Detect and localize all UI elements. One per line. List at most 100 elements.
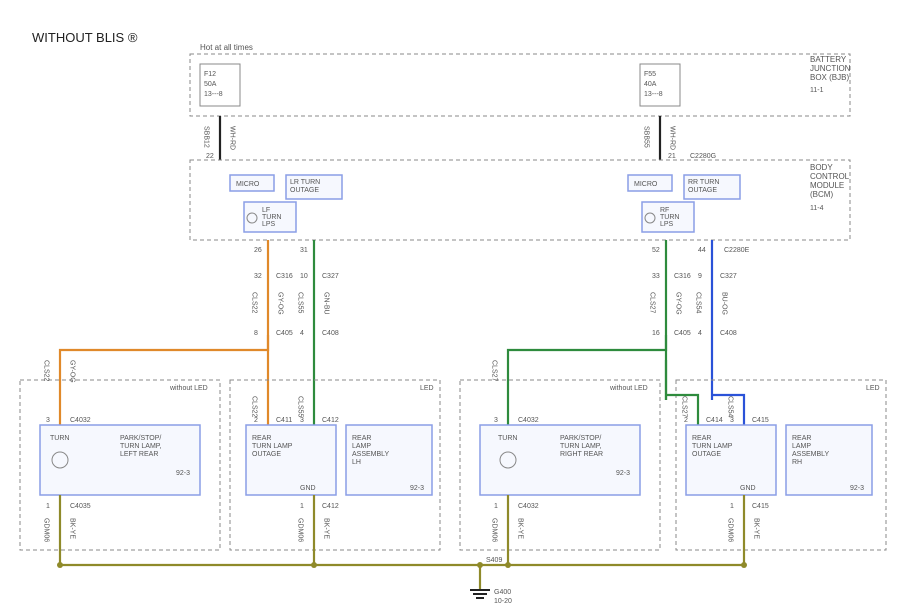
bkye-2: BK-YE [323,518,330,539]
gdm06-2: GDM06 [297,518,304,542]
ref92: 92-3 [176,470,190,477]
c4032-g3: C4032 [518,417,539,424]
gdm06-1: GDM06 [43,518,50,542]
pin3-g1: 3 [46,417,50,424]
gyog-2: GY-OG [675,292,682,315]
gdm06-3: GDM06 [491,518,498,542]
rr-outage-lbl: RR TURNOUTAGE [688,179,719,194]
buog: BU-OG [721,292,728,315]
pin-16: 16 [652,330,660,337]
cls22b: CLS22 [43,360,50,382]
pin-4r: 4 [698,330,702,337]
fuse-f12-code: 13---8 [204,91,223,98]
g400: G400 [494,589,511,596]
cls27b: CLS27 [491,360,498,382]
c415: C415 [752,503,769,510]
lbl-whrd-r: WH-RD [669,126,676,150]
micro-l-lbl: MICRO [236,181,260,188]
pin2-g4: 2 [684,417,688,424]
gyog-1: GY-OG [277,292,284,315]
bcm-name: BODYCONTROLMODULE(BCM) [810,163,850,199]
pin-44: 44 [698,247,706,254]
c327l: C327 [322,273,339,280]
branch-og-left [60,335,268,400]
pin-26: 26 [254,247,262,254]
led-1: LED [420,385,434,392]
bjb-name: BATTERYJUNCTIONBOX (BJB) [810,55,851,82]
lbl-sbb55: SBB55 [643,126,650,148]
pin-9: 9 [698,273,702,280]
pin-21: 21 [668,153,676,160]
gyog-b: GY-OG [69,360,76,383]
ref92d: 92-3 [850,485,864,492]
bjb-box [190,54,850,116]
c411: C411 [276,417,292,424]
wo-led-2: without LED [609,385,648,392]
fuse-f12-amp: 50A [204,81,217,88]
pin2-g2: 2 [254,417,258,424]
c4032-g1: C4032 [70,417,91,424]
gnd-l: GND [300,485,316,492]
diagram-title: WITHOUT BLIS ® [32,30,138,45]
c4032b: C4032 [518,503,539,510]
bkye-3: BK-YE [517,518,524,539]
cls54: CLS54 [695,292,702,314]
c412l: C412 [322,417,339,424]
cls22c: CLS22 [251,396,258,418]
bjb-ref: 11-1 [810,87,824,94]
cls22: CLS22 [251,292,258,314]
gnbu-1: GN-BU [323,292,330,315]
c316r: C316 [674,273,691,280]
pin1a: 1 [46,503,50,510]
c408r: C408 [720,330,737,337]
lr-outage-lbl: LR TURNOUTAGE [290,179,320,194]
ref92b: 92-3 [410,485,424,492]
c2280e: C2280E [724,247,750,254]
c327r: C327 [720,273,737,280]
cls27c: CLS27 [681,396,688,418]
pin-33: 33 [652,273,660,280]
wiring-diagram: WITHOUT BLIS ® Hot at all times BATTERYJ… [0,0,908,610]
c2280g-top: C2280G [690,153,716,160]
hot-label: Hot at all times [200,43,253,52]
pin-31: 31 [300,247,308,254]
fuse-f55-code: 13---8 [644,91,663,98]
gnd-r: GND [740,485,756,492]
c405r: C405 [674,330,691,337]
pin-4l: 4 [300,330,304,337]
s409: S409 [486,557,502,564]
c412: C412 [322,503,339,510]
turn-r: TURN [498,435,517,442]
node-2 [311,562,317,568]
pin-52: 52 [652,247,660,254]
ps-left: PARK/STOP/TURN LAMP,LEFT REAR [120,435,162,458]
pin3-g3: 3 [494,417,498,424]
pin1b: 1 [300,503,304,510]
c405l: C405 [276,330,293,337]
pin-10: 10 [300,273,308,280]
micro-r-lbl: MICRO [634,181,658,188]
gdm06-4: GDM06 [727,518,734,542]
cls27: CLS27 [649,292,656,314]
pin1c: 1 [494,503,498,510]
pin3-g4: 3 [730,417,734,424]
bkye-1: BK-YE [69,518,76,539]
lbl-whrd-l: WH-RD [229,126,236,150]
ps-right: PARK/STOP/TURN LAMP,RIGHT REAR [560,435,603,458]
ref92c: 92-3 [616,470,630,477]
pin3-g2: 3 [300,417,304,424]
node-3 [505,562,511,568]
pin-22: 22 [206,153,214,160]
c408l: C408 [322,330,339,337]
c4035: C4035 [70,503,91,510]
c415r: C415 [752,417,769,424]
c316l: C316 [276,273,293,280]
lbl-sbb12: SBB12 [203,126,210,148]
node-1 [57,562,63,568]
pin-8: 8 [254,330,258,337]
cls55: CLS55 [297,292,304,314]
wo-led-1: without LED [169,385,208,392]
turn-l: TURN [50,435,69,442]
pin1d: 1 [730,503,734,510]
fuse-f12-id: F12 [204,71,216,78]
